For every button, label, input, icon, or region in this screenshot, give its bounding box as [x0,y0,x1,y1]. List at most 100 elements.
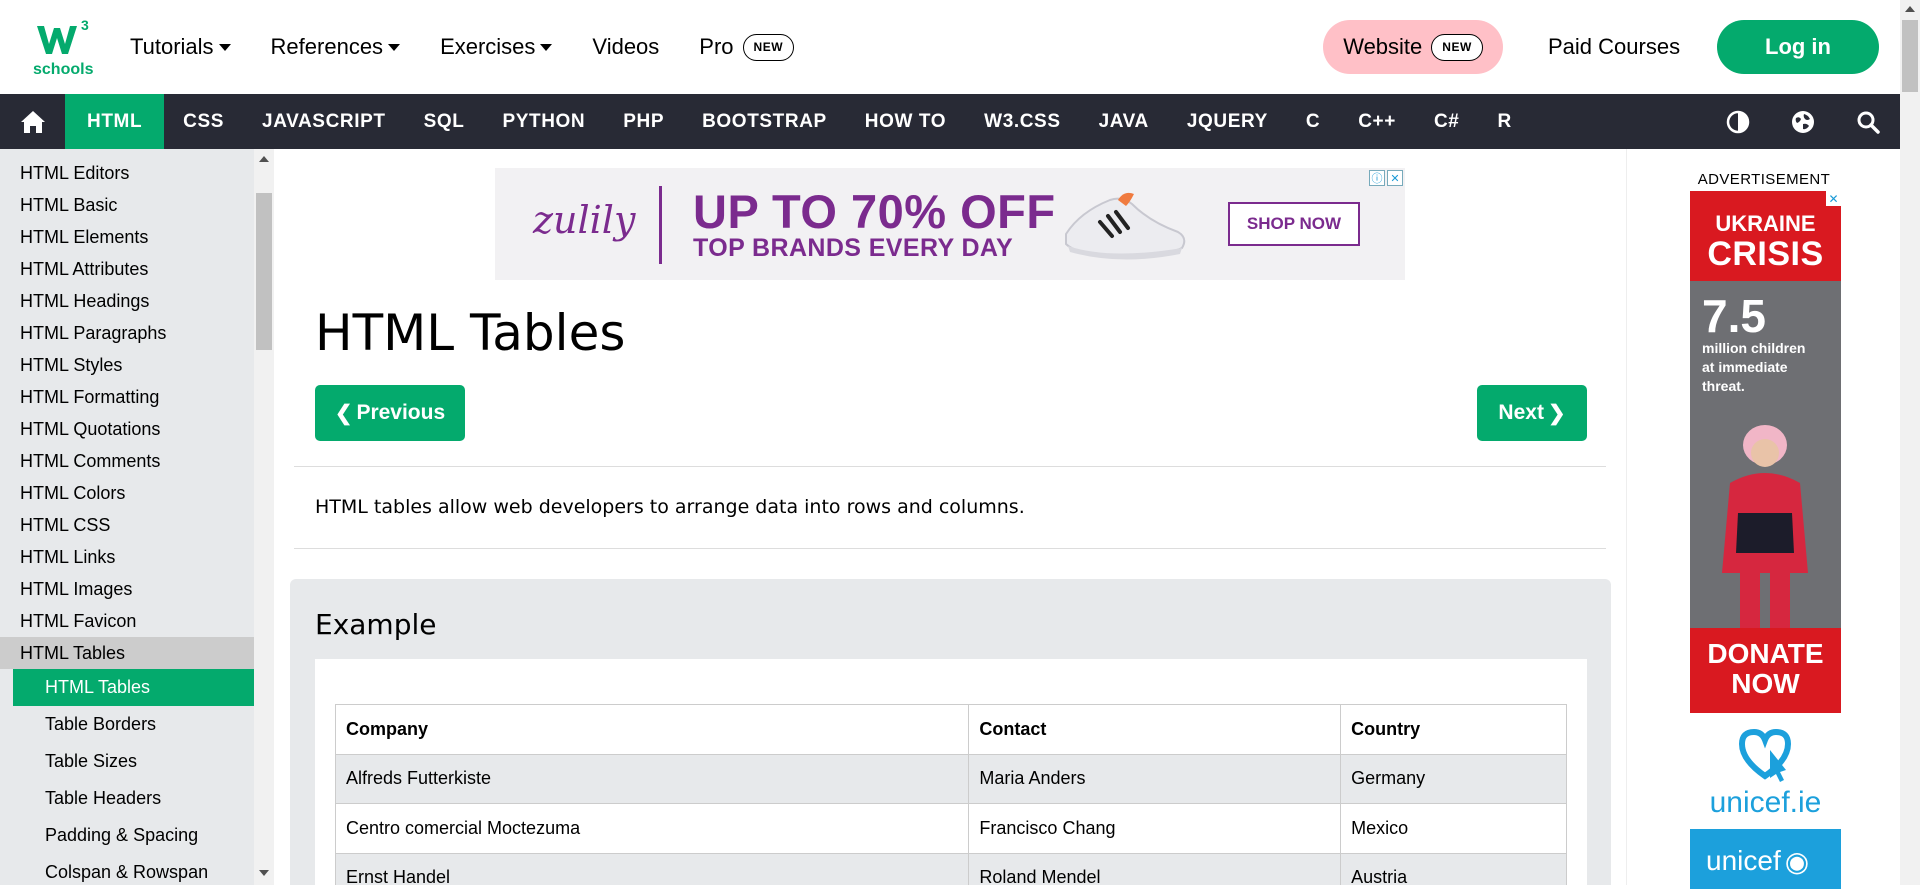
website-button[interactable]: Website NEW [1323,20,1503,74]
table-cell: Germany [1340,753,1567,804]
nav-r[interactable]: R [1478,94,1530,149]
nav-css[interactable]: CSS [164,94,243,149]
sidebar-item-html-colors[interactable]: HTML Colors [0,477,254,509]
page-title: HTML Tables [315,304,626,362]
sidebar-subitem-table-headers[interactable]: Table Headers [13,780,254,817]
scrollbar-thumb[interactable] [256,193,272,350]
donate-now-button[interactable]: DONATE NOW [1690,628,1841,713]
intro-text: HTML tables allow web developers to arra… [315,496,1025,518]
ad-choices[interactable]: ⓘ ✕ [1369,170,1403,186]
sidebar-item-html-attributes[interactable]: HTML Attributes [0,253,254,285]
previous-button[interactable]: ❮ Previous [315,385,465,441]
top-nav: Tutorials References Exercises Videos Pr… [130,0,834,94]
right-ad-column: ADVERTISEMENT UKRAINE CRISIS 7.5 million… [1626,149,1900,889]
example-output: Company Contact Country Alfreds Futterki… [315,659,1587,885]
page-scrollbar[interactable] [1900,0,1920,885]
close-icon[interactable]: ✕ [1826,191,1841,206]
chevron-right-icon: ❯ [1547,401,1566,425]
sidebar-subitem-colspan-rowspan[interactable]: Colspan & Rowspan [13,854,254,885]
example-table: Company Contact Country Alfreds Futterki… [334,704,1567,885]
sidebar-subitem-padding-spacing[interactable]: Padding & Spacing [13,817,254,854]
nav-tools [1705,94,1900,149]
unicef-logo-box[interactable]: unicef ◉ [1690,829,1841,889]
scrollbar-thumb[interactable] [1902,20,1918,92]
home-icon[interactable] [0,94,65,149]
references-menu[interactable]: References [271,34,401,60]
contrast-icon[interactable] [1705,94,1770,149]
references-label: References [270,34,384,59]
search-icon[interactable] [1835,94,1900,149]
ad-headline: UP TO 70% OFF [693,185,1056,238]
nav-howto[interactable]: HOW TO [846,94,965,149]
next-button[interactable]: Next ❯ [1477,385,1587,441]
top-bar: 3 schools Tutorials References Exercises… [0,0,1900,94]
unicef-banner-ad[interactable]: UKRAINE CRISIS 7.5 million children at i… [1690,191,1841,713]
nav-cpp[interactable]: C++ [1339,94,1415,149]
info-icon[interactable]: ⓘ [1369,170,1385,186]
paid-courses-link[interactable]: Paid Courses [1548,0,1680,94]
globe-icon[interactable] [1770,94,1835,149]
heart-hand-icon [1738,728,1792,782]
exercises-menu[interactable]: Exercises [440,34,553,60]
table-cell: Maria Anders [968,753,1342,804]
new-badge: NEW [1431,33,1483,61]
pro-link[interactable]: Pro NEW [699,33,795,61]
table-cell: Alfreds Futterkiste [334,753,970,804]
scroll-up-icon[interactable] [259,156,269,162]
nav-java[interactable]: JAVA [1080,94,1168,149]
banner-stat: 7.5 [1702,290,1766,342]
sidebar-item-html-styles[interactable]: HTML Styles [0,349,254,381]
sidebar-subitem-table-sizes[interactable]: Table Sizes [13,743,254,780]
ad-divider [659,186,662,264]
sidebar-item-html-basic[interactable]: HTML Basic [0,189,254,221]
sidebar-item-html-comments[interactable]: HTML Comments [0,445,254,477]
sidebar-item-html-favicon[interactable]: HTML Favicon [0,605,254,637]
divider [294,548,1606,549]
sidebar-item-html-images[interactable]: HTML Images [0,573,254,605]
tutorials-menu[interactable]: Tutorials [130,34,231,60]
nav-php[interactable]: PHP [604,94,683,149]
videos-label: Videos [592,34,660,59]
nav-w3css[interactable]: W3.CSS [965,94,1079,149]
sidebar-item-html-headings[interactable]: HTML Headings [0,285,254,317]
nav-python[interactable]: PYTHON [483,94,604,149]
pro-label: Pro [699,34,734,59]
table-cell: Roland Mendel [968,852,1342,885]
login-button[interactable]: Log in [1717,20,1879,74]
sidebar-group-html-tables[interactable]: HTML Tables [0,637,254,669]
w3schools-logo[interactable]: 3 schools [33,18,95,76]
sidebar-item-html-links[interactable]: HTML Links [0,541,254,573]
example-heading: Example [315,608,437,641]
sidebar-item-html-quotations[interactable]: HTML Quotations [0,413,254,445]
sidebar-item-html-formatting[interactable]: HTML Formatting [0,381,254,413]
unicef-ie-logo[interactable]: unicef.ie [1690,724,1841,824]
sidebar-scrollbar[interactable] [254,149,274,885]
nav-jquery[interactable]: JQUERY [1168,94,1287,149]
banner-headline-2: CRISIS [1707,235,1824,273]
scroll-down-icon[interactable] [259,870,269,876]
nav-bootstrap[interactable]: BOOTSTRAP [683,94,846,149]
sidebar-item-html-editors[interactable]: HTML Editors [0,157,254,189]
close-icon[interactable]: ✕ [1387,170,1403,186]
sidebar-item-html-css[interactable]: HTML CSS [0,509,254,541]
sidebar-item-html-elements[interactable]: HTML Elements [0,221,254,253]
nav-javascript[interactable]: JAVASCRIPT [243,94,405,149]
table-cell: Ernst Handel [334,852,970,885]
nav-html[interactable]: HTML [65,94,165,149]
top-advertisement[interactable]: zulily UP TO 70% OFF TOP BRANDS EVERY DA… [495,168,1405,280]
sidebar-subitem-table-borders[interactable]: Table Borders [13,706,254,743]
caret-down-icon [388,43,401,51]
chevron-left-icon: ❮ [334,401,353,425]
scroll-up-icon[interactable] [1905,6,1915,12]
nav-c[interactable]: C [1287,94,1339,149]
child-photo [1722,425,1808,628]
nav-csharp[interactable]: C# [1415,94,1479,149]
shop-now-button[interactable]: SHOP NOW [1228,202,1360,246]
table-cell: Mexico [1340,803,1567,854]
caret-down-icon [540,43,553,51]
stat-line: at immediate [1702,359,1788,375]
sidebar-item-html-paragraphs[interactable]: HTML Paragraphs [0,317,254,349]
videos-link[interactable]: Videos [592,34,659,60]
sidebar-subitem-html-tables[interactable]: HTML Tables [13,669,254,706]
nav-sql[interactable]: SQL [405,94,484,149]
